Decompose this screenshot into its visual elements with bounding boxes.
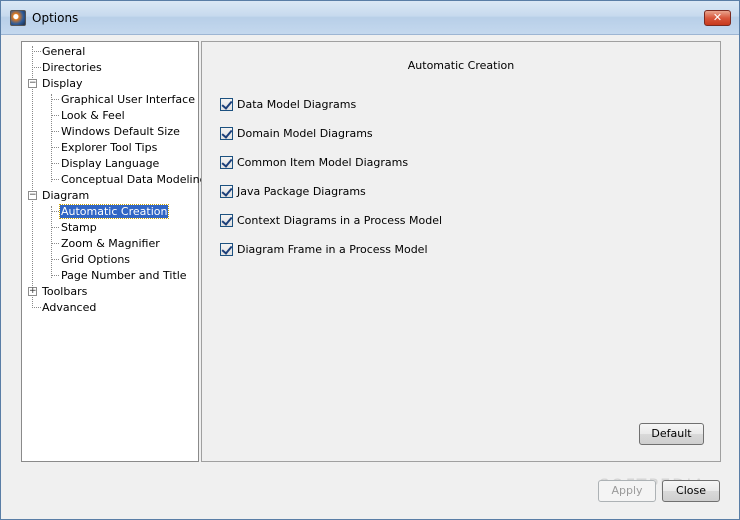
tree-item-conceptual-data-modeling[interactable]: Conceptual Data Modeling [60, 172, 208, 187]
option-label: Domain Model Diagrams [237, 126, 373, 140]
tree-connector [32, 51, 41, 52]
option-context-diagrams[interactable]: Context Diagrams in a Process Model [220, 213, 442, 227]
tree-connector [51, 131, 59, 132]
checkbox-domain-model-diagrams[interactable] [220, 126, 233, 140]
checkbox-common-item-model-diagrams[interactable] [220, 155, 233, 169]
tree-connector [51, 259, 59, 260]
close-window-button[interactable]: ✕ [704, 10, 731, 26]
checkbox-diagram-frame[interactable] [220, 242, 233, 256]
tree-item-windows-default-size[interactable]: Windows Default Size [60, 124, 181, 139]
tree-connector [51, 94, 52, 182]
tree-item-display-language[interactable]: Display Language [60, 156, 160, 171]
checkbox-data-model-diagrams[interactable] [220, 97, 233, 111]
tree-item-general[interactable]: General [41, 44, 86, 59]
option-label: Common Item Model Diagrams [237, 155, 409, 169]
settings-panel: Automatic Creation Data Model Diagrams D… [201, 41, 721, 462]
tree-item-automatic-creation[interactable]: Automatic Creation [58, 204, 170, 219]
option-label: Context Diagrams in a Process Model [237, 213, 443, 227]
tree-item-zoom-and-magnifier[interactable]: Zoom & Magnifier [60, 236, 161, 251]
option-label: Java Package Diagrams [237, 184, 366, 198]
tree-item-stamp[interactable]: Stamp [60, 220, 98, 235]
option-domain-model-diagrams[interactable]: Domain Model Diagrams [220, 126, 373, 140]
close-icon: ✕ [712, 11, 723, 24]
tree-item-display[interactable]: Display [41, 76, 84, 91]
tree-connector [51, 163, 59, 164]
tree-item-diagram[interactable]: Diagram [41, 188, 90, 203]
tree-item-look-and-feel[interactable]: Look & Feel [60, 108, 126, 123]
tree-connector [51, 243, 59, 244]
option-java-package-diagrams[interactable]: Java Package Diagrams [220, 184, 366, 198]
tree-connector [51, 206, 52, 278]
tree-item-toolbars[interactable]: Toolbars [41, 284, 88, 299]
tree-item-graphical-user-interface[interactable]: Graphical User Interface [60, 92, 196, 107]
tree-item-grid-options[interactable]: Grid Options [60, 252, 131, 267]
checkbox-context-diagrams[interactable] [220, 213, 233, 227]
tree-connector [32, 67, 41, 68]
tree-connector [51, 179, 59, 180]
apply-button[interactable]: Apply [598, 480, 656, 502]
tree-connector [51, 227, 59, 228]
tree-item-page-number-and-title[interactable]: Page Number and Title [60, 268, 188, 283]
window-title: Options [32, 11, 79, 25]
options-window: Options ✕ − − + General Directories Disp… [0, 0, 740, 520]
tree-connector [51, 275, 59, 276]
expand-toolbars-icon[interactable]: + [28, 287, 37, 296]
option-diagram-frame[interactable]: Diagram Frame in a Process Model [220, 242, 428, 256]
option-data-model-diagrams[interactable]: Data Model Diagrams [220, 97, 356, 111]
option-label: Diagram Frame in a Process Model [237, 242, 428, 256]
checkbox-java-package-diagrams[interactable] [220, 184, 233, 198]
tree-connector [32, 307, 41, 308]
option-label: Data Model Diagrams [237, 97, 357, 111]
app-icon [10, 10, 26, 26]
tree-connector [51, 147, 59, 148]
titlebar[interactable]: Options ✕ [1, 1, 739, 35]
collapse-display-icon[interactable]: − [28, 79, 37, 88]
collapse-diagram-icon[interactable]: − [28, 191, 37, 200]
tree-connector [51, 211, 59, 212]
options-tree[interactable]: − − + General Directories Display Graphi… [21, 41, 207, 462]
tree-connector [51, 115, 59, 116]
close-button[interactable]: Close [662, 480, 720, 502]
default-button[interactable]: Default [639, 423, 704, 445]
tree-connector [51, 99, 59, 100]
tree-item-advanced[interactable]: Advanced [41, 300, 97, 315]
tree-item-explorer-tool-tips[interactable]: Explorer Tool Tips [60, 140, 158, 155]
option-common-item-model-diagrams[interactable]: Common Item Model Diagrams [220, 155, 408, 169]
section-title: Automatic Creation [407, 59, 515, 72]
tree-item-directories[interactable]: Directories [41, 60, 103, 75]
